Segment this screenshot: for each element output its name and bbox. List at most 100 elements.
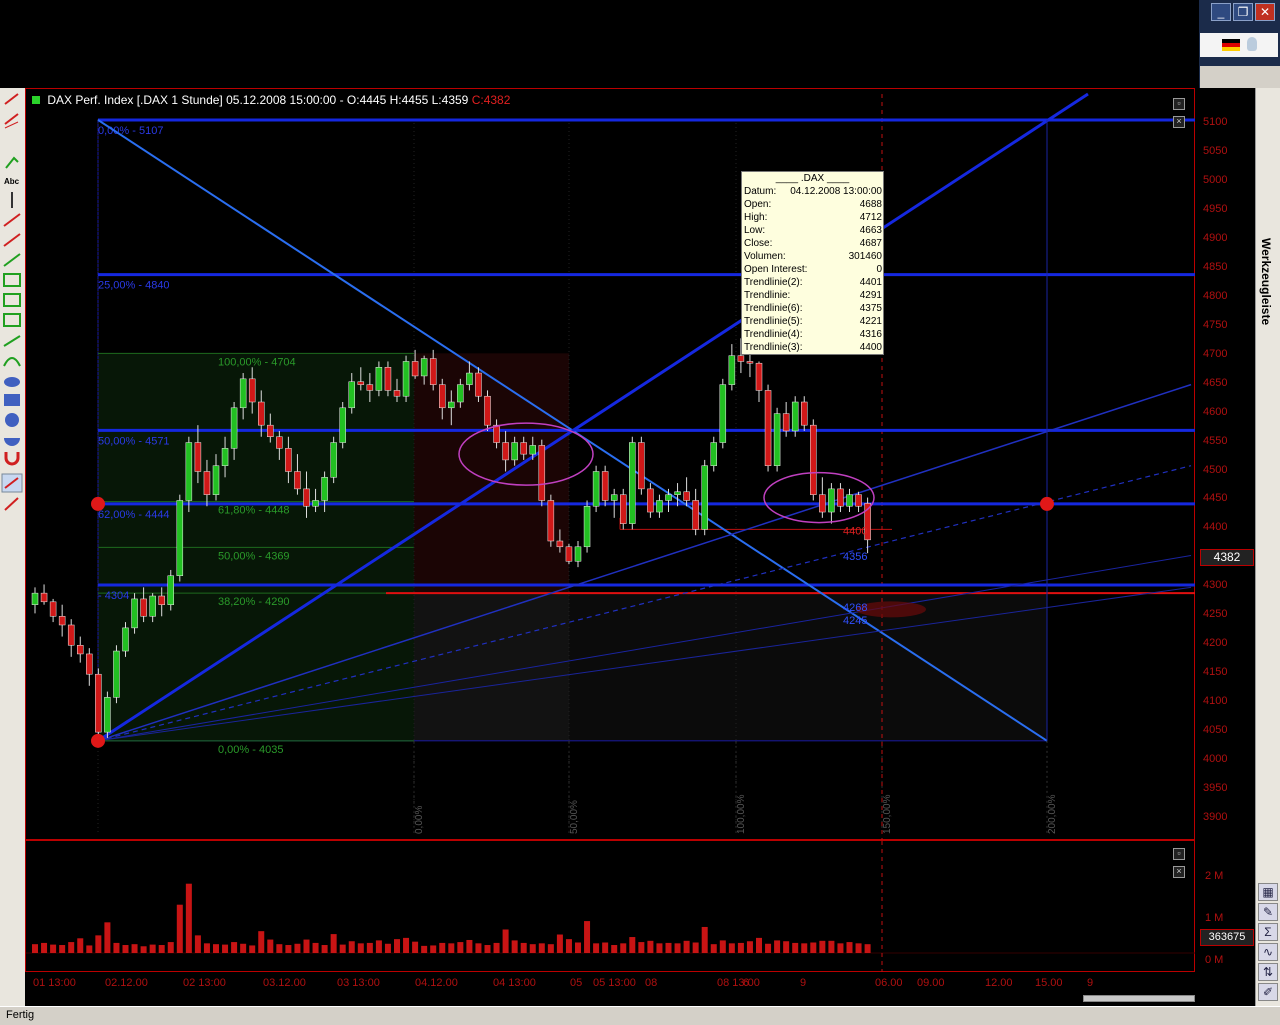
- volume-bar: [258, 931, 265, 953]
- grid-icon[interactable]: ▦: [1258, 883, 1278, 901]
- candle: [837, 483, 844, 513]
- data-tooltip: ____ .DAX ____ Datum: 04.12.2008 13:00:00…: [741, 171, 884, 355]
- volume-bar: [312, 942, 319, 953]
- wrench-icon[interactable]: ✎: [1258, 903, 1278, 921]
- volume-bar: [502, 929, 509, 953]
- vol-pane-close-icon[interactable]: ×: [1173, 866, 1185, 878]
- candle-body: [520, 442, 527, 455]
- top-black-area: [0, 0, 1200, 88]
- volume-bar: [59, 945, 66, 953]
- candle-body: [366, 384, 374, 391]
- candle-body: [140, 598, 147, 617]
- candle-body: [764, 390, 772, 466]
- volume-pane[interactable]: ▫×: [25, 840, 1196, 973]
- red-region: [414, 353, 569, 594]
- line-tool-icon: [4, 93, 19, 105]
- candle-body: [185, 442, 193, 501]
- sigma-icon[interactable]: Σ: [1258, 923, 1278, 941]
- pencil-icon[interactable]: ✐: [1258, 983, 1278, 1001]
- anchor-point: [91, 733, 105, 748]
- candle-body: [285, 448, 292, 472]
- candle-body: [556, 540, 564, 548]
- blue-fib-label: 50,00% - 4571: [98, 435, 170, 447]
- candle-body: [674, 491, 681, 495]
- candle: [638, 436, 645, 495]
- candle-body: [31, 592, 39, 605]
- price-tick-label: 4700: [1203, 347, 1228, 360]
- signal-icon[interactable]: ⇅: [1258, 963, 1278, 981]
- volume-bar: [303, 939, 310, 953]
- tooltip-row-value: 4688: [859, 199, 882, 210]
- candle-body: [439, 384, 446, 409]
- candle-body: [158, 595, 165, 605]
- volume-bar: [32, 944, 38, 953]
- price-chart-pane[interactable]: 100,00% - 4704 61,80% - 4448 50,00% - 4369…: [25, 88, 1196, 841]
- candle-body: [547, 500, 555, 542]
- tooltip-row-label: Trendlinie:: [744, 290, 791, 301]
- channel-tool-icon: [3, 233, 21, 247]
- candle-body: [710, 442, 717, 466]
- werkzeugleiste-label[interactable]: Werkzeugleiste: [1259, 238, 1273, 325]
- candle: [810, 419, 817, 501]
- tooltip-row: Trendlinie: 4291: [742, 289, 883, 302]
- candle-body: [493, 424, 500, 443]
- volume-bar: [68, 942, 75, 953]
- last-price-tag: 4382: [1200, 549, 1254, 566]
- volume-bar: [375, 940, 382, 953]
- candle-body: [565, 546, 573, 562]
- pane-close-icon[interactable]: ×: [1173, 116, 1185, 128]
- candle-body: [620, 494, 627, 524]
- last-volume-tag: 363675: [1200, 929, 1254, 946]
- price-tick-label: 4950: [1203, 202, 1228, 215]
- german-flag-icon[interactable]: [1222, 39, 1240, 51]
- volume-chart-svg[interactable]: [26, 841, 1196, 973]
- volume-bar: [783, 941, 790, 953]
- price-chart-svg[interactable]: 100,00% - 4704 61,80% - 4448 50,00% - 4369…: [26, 89, 1196, 841]
- candle-body: [791, 401, 799, 432]
- close-button[interactable]: ✕: [1255, 3, 1275, 21]
- volume-bar: [602, 942, 609, 953]
- volume-bar: [384, 943, 391, 953]
- price-axis[interactable]: 5100 5050 5000 4950 4900 4850 4800 4750 4700 4650…: [1195, 88, 1255, 1006]
- time-tick-label: 03 13:00: [337, 977, 380, 989]
- close-value: C:4382: [471, 93, 511, 107]
- minimize-button[interactable]: _: [1211, 3, 1231, 21]
- horizontal-scrollbar[interactable]: [1083, 995, 1195, 1002]
- indicator-icon[interactable]: ∿: [1258, 943, 1278, 961]
- werkzeugleiste-panel[interactable]: Werkzeugleiste ▦ ✎ Σ ∿ ⇅ ✐: [1255, 88, 1280, 1006]
- tooltip-row-label: Close:: [744, 238, 773, 249]
- tooltip-row-value: 04.12.2008 13:00:00: [790, 186, 882, 197]
- candle-body: [122, 627, 129, 652]
- drawing-tools-icons[interactable]: Abc: [0, 88, 25, 518]
- volume-bar: [231, 942, 238, 953]
- candle-body: [86, 653, 93, 675]
- tooltip-row: High: 4712: [742, 211, 883, 224]
- lightbulb-icon[interactable]: [1247, 37, 1257, 51]
- candle: [131, 593, 138, 634]
- candle: [592, 465, 600, 513]
- volume-bar: [611, 945, 618, 953]
- candle-body: [131, 598, 138, 629]
- blue-fib-label: 62,00% - 4444: [98, 509, 170, 521]
- ellipse-tool-icon: [4, 377, 20, 387]
- maximize-button[interactable]: ❐: [1233, 3, 1253, 21]
- candle-body: [746, 361, 754, 364]
- tooltip-row: Trendlinie(4): 4316: [742, 328, 883, 341]
- volume-pane-buttons: ▫×: [1172, 843, 1196, 878]
- pane-maximize-icon[interactable]: ▫: [1173, 98, 1185, 110]
- time-tick-label: 12.00: [985, 977, 1013, 989]
- green-fib-label: 50,00% - 4369: [218, 550, 290, 562]
- tooltip-row-label: Trendlinie(3):: [744, 342, 803, 353]
- volume-bar: [701, 926, 708, 953]
- volume-bar: [357, 943, 364, 953]
- bar-date: 05.12.2008 15:00:00: [226, 93, 337, 107]
- tooltip-row: Open: 4688: [742, 198, 883, 211]
- volume-bar: [149, 944, 156, 953]
- candle: [719, 378, 727, 449]
- time-pct-label: 0,00%: [414, 806, 425, 834]
- tooltip-row-value: 4687: [859, 238, 882, 249]
- vol-pane-maximize-icon[interactable]: ▫: [1173, 848, 1185, 860]
- green-fib-label: 0,00% - 4035: [218, 744, 283, 756]
- tooltip-row-label: Trendlinie(5):: [744, 316, 803, 327]
- time-axis[interactable]: 01 13:00 02.12.00 02 13:00 03.12.00 03 13:00…: [25, 972, 1195, 1006]
